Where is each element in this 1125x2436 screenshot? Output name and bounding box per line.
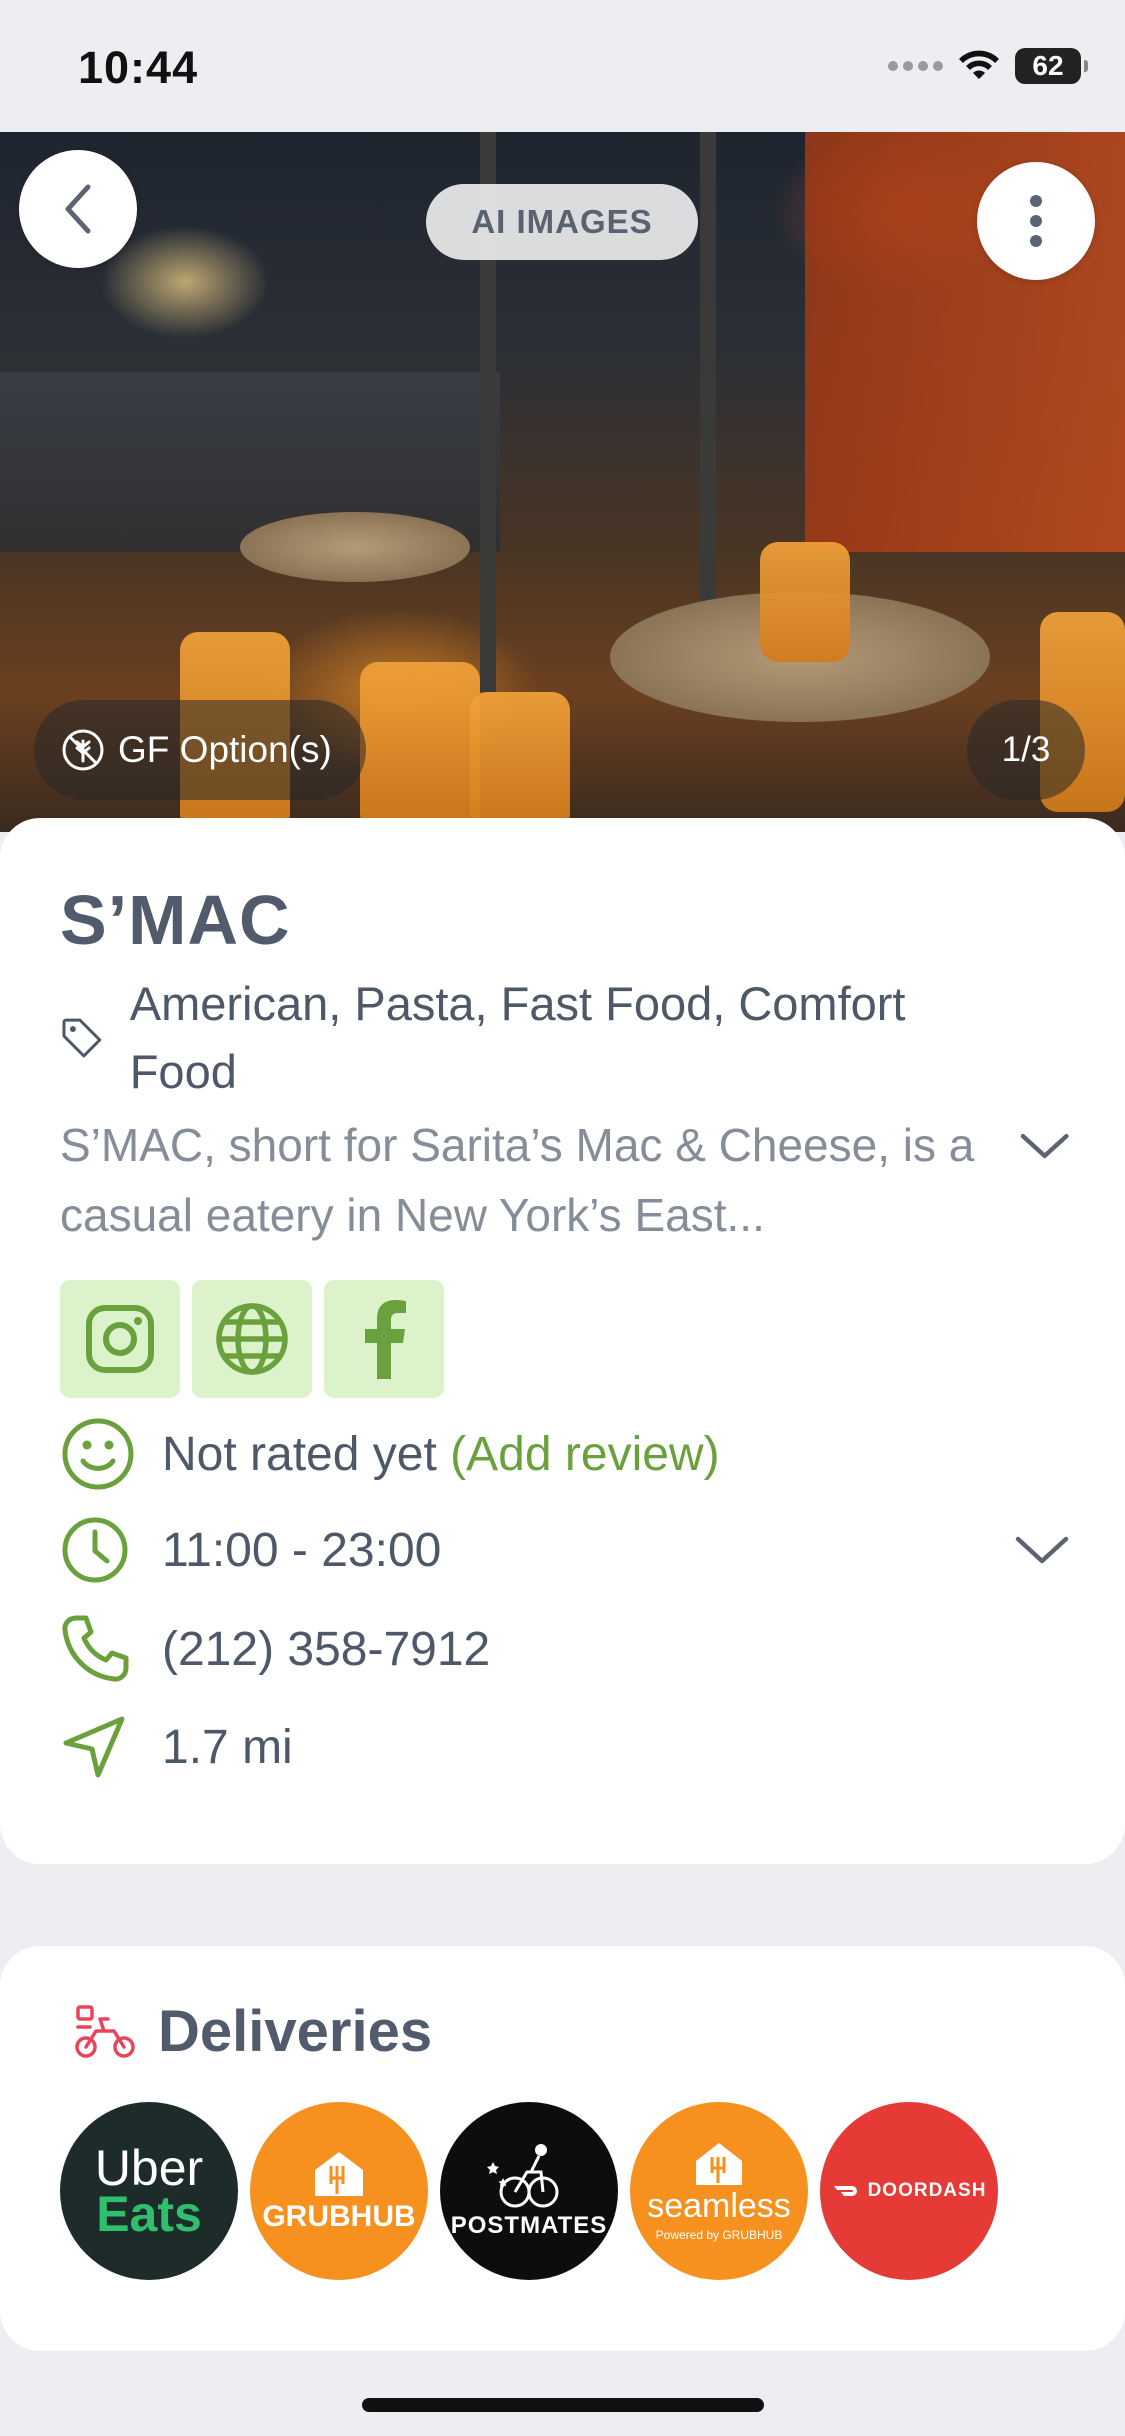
uber-eats-logo-line2: Eats [96,2186,202,2242]
distance-text: 1.7 mi [162,1720,293,1774]
rating-text: Not rated yet [162,1427,437,1481]
signal-icon [888,61,943,71]
add-review-link[interactable]: (Add review) [450,1428,719,1481]
hero-table [240,512,470,582]
postmates-courier-icon [487,2144,559,2208]
more-vertical-icon [1030,195,1042,247]
home-indicator[interactable] [362,2398,764,2412]
hero-chair [360,662,480,832]
deliveries-title: Deliveries [158,1999,433,2064]
categories-row: American, Pasta, Fast Food, Comfort Food [60,970,1020,1106]
doordash-label: DOORDASH [867,2180,987,2201]
restaurant-info-card: S’MAC American, Pasta, Fast Food, Comfor… [0,818,1125,1864]
doordash-logo-icon [833,2186,857,2196]
instagram-icon [86,1305,154,1373]
hours-row[interactable]: 11:00 - 23:00 [60,1515,1070,1585]
facebook-icon [365,1300,406,1379]
smiley-icon [62,1418,134,1490]
grubhub-logo-icon [315,2152,363,2196]
description-row[interactable]: S’MAC, short for Sarita’s Mac & Cheese, … [60,1110,1070,1250]
chevron-down-icon[interactable] [1014,1533,1070,1567]
clock-icon [62,1517,128,1583]
chevron-left-icon [65,184,91,234]
image-counter: 1/3 [967,700,1085,800]
chevron-down-icon[interactable] [1019,1130,1070,1162]
seamless-sublabel: Powered by GRUBHUB [655,2227,783,2242]
postmates-button[interactable]: POSTMATES [440,2102,618,2280]
status-bar: 10:44 62 [0,0,1125,132]
delivery-bike-icon [75,2004,135,2058]
postmates-label: POSTMATES [450,2212,608,2239]
battery-indicator: 62 [1015,48,1088,84]
globe-icon [216,1303,288,1375]
facebook-button[interactable] [324,1280,444,1398]
status-time: 10:44 [78,42,199,93]
grubhub-label: GRUBHUB [262,2200,416,2233]
seamless-label: seamless [647,2186,791,2225]
description-text: S’MAC, short for Sarita’s Mac & Cheese, … [60,1119,975,1241]
website-button[interactable] [192,1280,312,1398]
hours-text: 11:00 - 23:00 [162,1523,442,1577]
wifi-icon [959,50,999,79]
phone-text[interactable]: (212) 358-7912 [162,1622,490,1677]
gf-options-label: GF Option(s) [118,729,332,770]
hero-chair [760,542,850,662]
instagram-button[interactable] [60,1280,180,1398]
hero-chair [470,692,570,832]
grubhub-button[interactable]: GRUBHUB [250,2102,428,2280]
seamless-button[interactable]: seamless Powered by GRUBHUB [630,2102,808,2280]
distance-row[interactable]: 1.7 mi [60,1713,1070,1781]
tag-icon [62,1018,102,1058]
seamless-logo-icon [696,2142,742,2185]
more-options-button[interactable] [977,162,1095,280]
uber-eats-button[interactable]: Uber Eats [60,2102,238,2280]
rating-row: Not rated yet (Add review) [60,1416,1070,1492]
navigation-arrow-icon [63,1716,125,1778]
phone-row[interactable]: (212) 358-7912 [60,1614,1070,1684]
social-links [60,1280,444,1398]
status-icons: 62 [888,48,1088,84]
phone-icon [62,1615,129,1682]
ai-images-button[interactable]: AI IMAGES [426,184,698,260]
doordash-button[interactable]: DOORDASH [820,2102,998,2280]
back-button[interactable] [19,150,137,268]
deliveries-header: Deliveries [74,1998,432,2065]
restaurant-name: S’MAC [60,881,291,959]
gluten-free-icon [62,729,104,771]
gf-options-badge[interactable]: GF Option(s) [34,700,366,800]
categories-text: American, Pasta, Fast Food, Comfort Food [129,977,906,1098]
uber-eats-logo-line1: Uber [94,2140,204,2196]
delivery-services: Uber Eats GRUBHUB POSTMATES seamless Pow… [60,2102,998,2280]
deliveries-card: Deliveries Uber Eats GRUBHUB POSTMATES s… [0,1946,1125,2351]
